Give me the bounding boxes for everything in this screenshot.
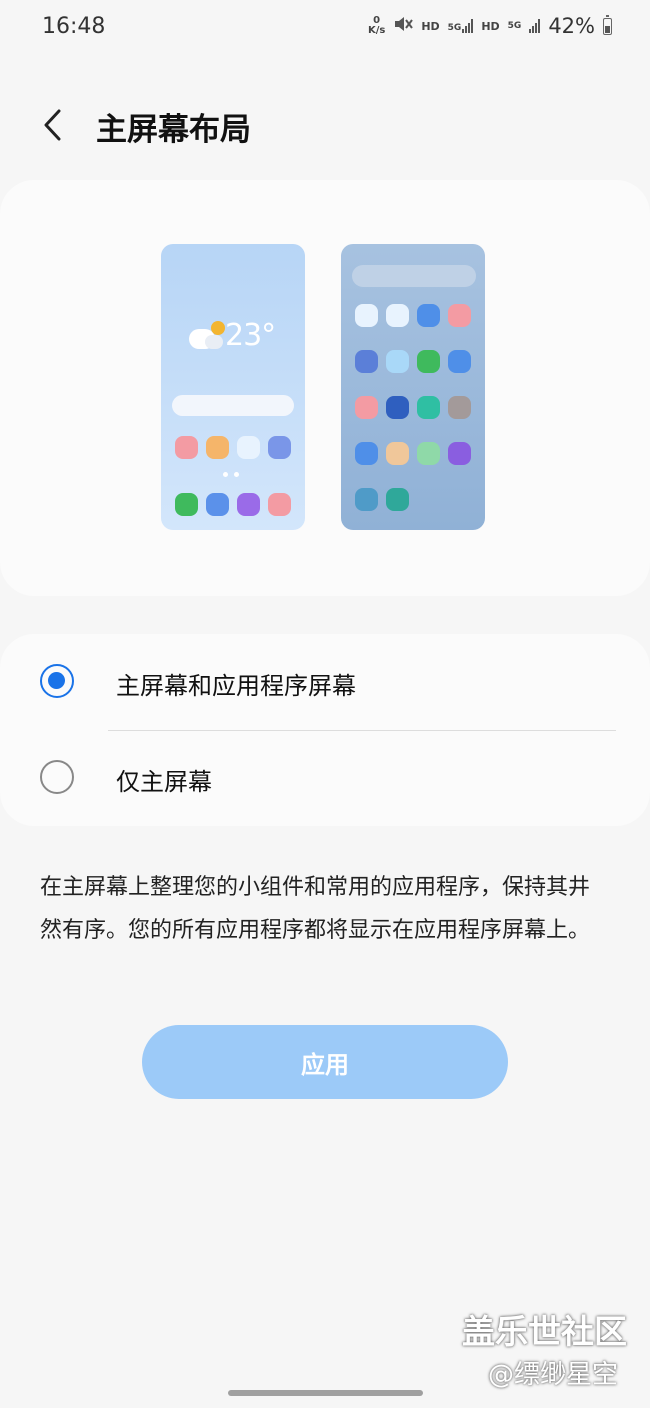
status-time: 16:48 <box>42 14 106 39</box>
apps-search-bar-preview <box>352 265 476 287</box>
network-type-1: 5G <box>447 23 462 33</box>
preview-app-icon <box>355 350 378 373</box>
preview-app-icon <box>417 396 440 419</box>
status-icons: 0 K/s HD 5G HD 5G 42% <box>368 14 612 38</box>
preview-app-icon <box>206 436 229 459</box>
battery-icon <box>603 14 612 35</box>
preview-app-icon <box>206 493 229 516</box>
mute-icon <box>393 15 414 37</box>
page-indicator <box>223 472 239 477</box>
battery-level <box>605 26 610 33</box>
option-label: 主屏幕和应用程序屏幕 <box>116 672 356 700</box>
status-bar: 16:48 0 K/s HD 5G HD 5G 42% <box>0 0 650 56</box>
preview-app-icon <box>355 396 378 419</box>
preview-app-icon <box>417 442 440 465</box>
signal-1: 5G <box>448 19 474 33</box>
layout-options-card: 主屏幕和应用程序屏幕 仅主屏幕 <box>0 634 650 826</box>
preview-app-icon <box>386 304 409 327</box>
preview-app-icon <box>448 350 471 373</box>
watermark-title: 盖乐世社区 <box>462 1312 627 1351</box>
option-home-and-apps[interactable]: 主屏幕和应用程序屏幕 <box>0 634 650 730</box>
preview-app-icon <box>448 396 471 419</box>
option-home-only[interactable]: 仅主屏幕 <box>0 730 650 826</box>
preview-app-icon <box>386 488 409 511</box>
preview-app-icon <box>355 442 378 465</box>
gesture-bar[interactable] <box>228 1390 423 1396</box>
chevron-left-icon <box>44 109 61 141</box>
preview-app-icon <box>386 396 409 419</box>
preview-app-icon <box>268 493 291 516</box>
layout-description: 在主屏幕上整理您的小组件和常用的应用程序，保持其井然有序。您的所有应用程序都将显… <box>40 875 591 943</box>
home-screen-preview: 23° <box>161 244 305 530</box>
preview-app-icon <box>417 304 440 327</box>
preview-app-icon <box>237 436 260 459</box>
watermark-author: @缥缈星空 <box>488 1360 619 1390</box>
option-label: 仅主屏幕 <box>116 768 212 796</box>
layout-preview-card: 23° <box>0 180 650 596</box>
weather-temperature: 23° <box>225 318 276 353</box>
preview-app-icon <box>417 350 440 373</box>
preview-app-icon <box>237 493 260 516</box>
apply-button[interactable]: 应用 <box>142 1025 508 1099</box>
app-bar: 主屏幕布局 <box>0 96 650 160</box>
apps-screen-preview <box>341 244 485 530</box>
preview-app-icon <box>175 493 198 516</box>
signal-bars-icon-2 <box>529 19 541 33</box>
page-title: 主屏幕布局 <box>96 112 251 148</box>
network-speed-unit: K/s <box>367 25 386 36</box>
radio-selected-icon[interactable] <box>40 664 74 698</box>
preview-app-icon <box>355 304 378 327</box>
battery-percent: 42% <box>548 14 595 38</box>
preview-app-icon <box>386 442 409 465</box>
preview-app-icon <box>268 436 291 459</box>
hd-badge-2: HD <box>481 19 500 33</box>
preview-app-icon <box>448 304 471 327</box>
hd-badge-1: HD <box>421 19 440 33</box>
preview-app-icon <box>386 350 409 373</box>
signal-bars-icon <box>462 19 474 33</box>
partly-sunny-icon <box>189 320 225 349</box>
back-button[interactable] <box>38 108 72 142</box>
preview-app-icon <box>355 488 378 511</box>
radio-unselected-icon[interactable] <box>40 760 74 794</box>
weather-widget: 23° <box>189 318 276 353</box>
network-speed: 0 K/s <box>368 16 385 36</box>
network-type-2: 5G <box>507 21 522 31</box>
preview-app-icon <box>175 436 198 459</box>
search-bar-preview <box>172 395 294 416</box>
preview-app-icon <box>448 442 471 465</box>
